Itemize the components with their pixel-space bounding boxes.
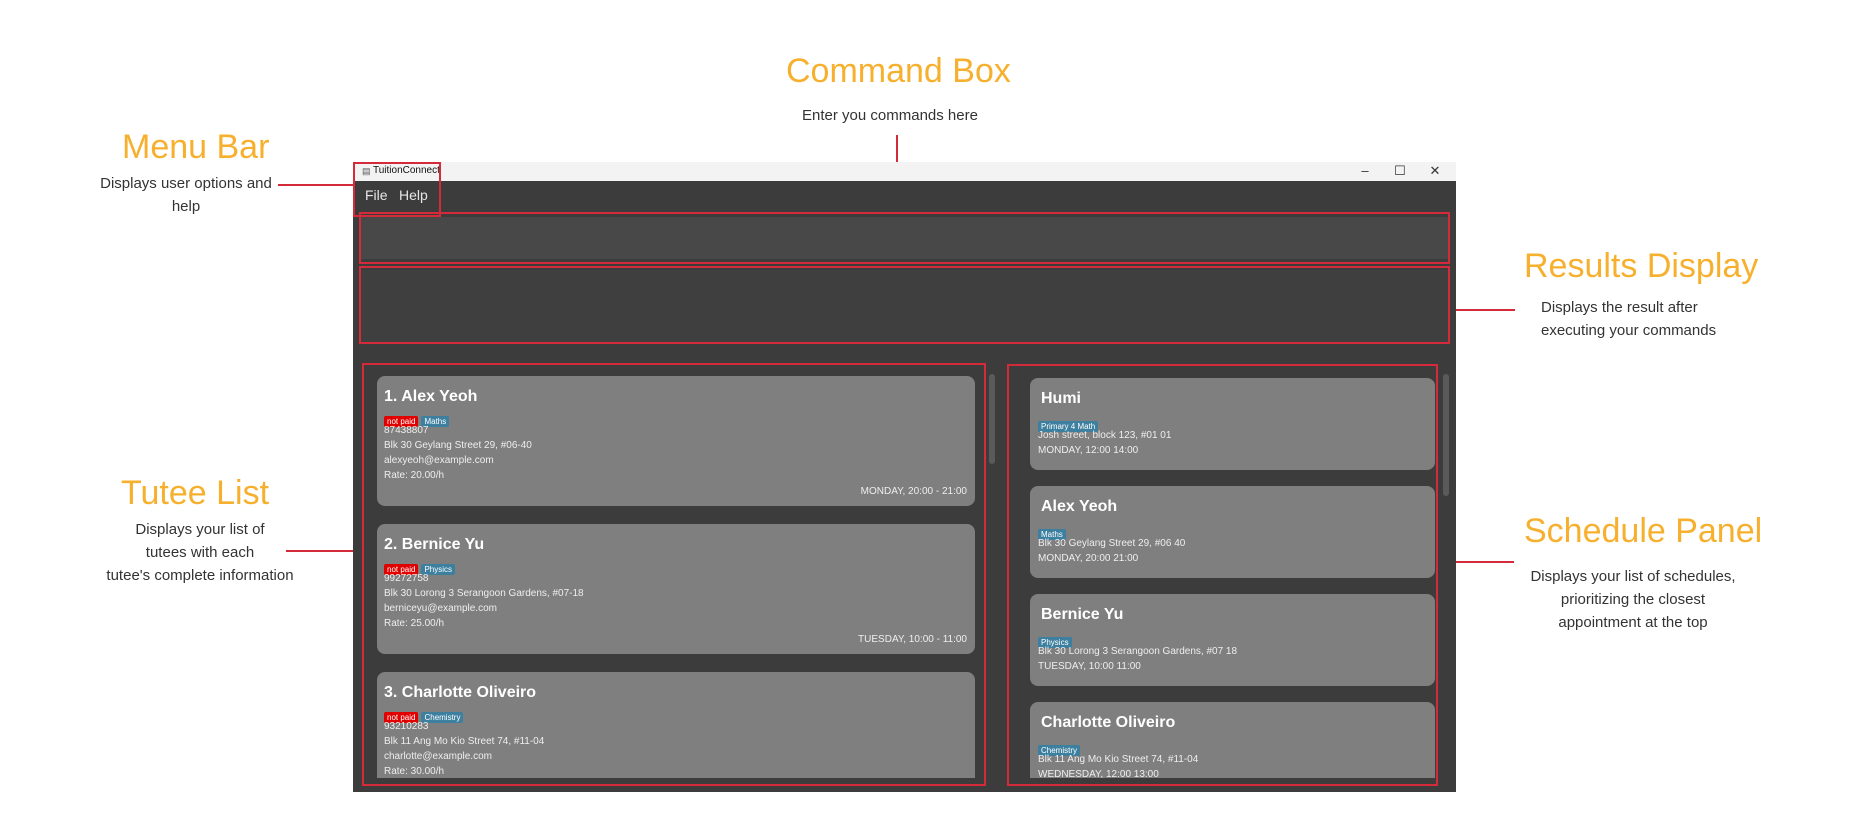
menu-bar: File Help: [353, 181, 1456, 211]
tutee-list-desc-line-3: tutee's complete information: [106, 567, 294, 584]
tutee-list-annotation-title: Tutee List: [121, 474, 270, 512]
title-bar: ▤ TuitionConnect – ☐ ✕: [353, 162, 1456, 181]
menu-bar-desc-line-1: Displays user options and: [100, 175, 272, 192]
menu-bar-annotation-desc: Displays user options and help: [86, 172, 286, 218]
menu-bar-desc-line-2: help: [171, 198, 201, 215]
close-icon[interactable]: ✕: [1425, 163, 1445, 179]
menu-bar-annotation-title: Menu Bar: [122, 128, 270, 166]
command-box-annotation-desc: Enter you commands here: [802, 107, 978, 124]
schedule-panel-highlight: [1007, 364, 1438, 786]
results-display-pointer: [1452, 309, 1515, 311]
results-display-desc-line-2: executing your commands: [1541, 322, 1717, 339]
minimize-icon[interactable]: –: [1355, 163, 1375, 178]
results-display-highlight: [359, 266, 1450, 344]
tutee-list-desc-line-2: tutees with each: [145, 544, 255, 561]
schedule-panel-desc-line-2: prioritizing the closest: [1560, 591, 1706, 608]
schedule-panel-scrollbar[interactable]: [1443, 374, 1449, 496]
menu-bar-pointer: [278, 184, 356, 186]
tutee-list-scrollbar[interactable]: [989, 374, 995, 464]
schedule-panel-annotation-desc: Displays your list of schedules, priorit…: [1528, 565, 1738, 634]
command-box-annotation-title: Command Box: [786, 52, 1011, 90]
menu-bar-highlight: [353, 162, 441, 217]
results-display-desc-line-1: Displays the result after: [1541, 299, 1698, 316]
app-window: ▤ TuitionConnect – ☐ ✕ File Help 1. Alex…: [353, 162, 1456, 792]
maximize-icon[interactable]: ☐: [1390, 163, 1410, 179]
results-display-annotation-title: Results Display: [1524, 247, 1759, 285]
schedule-panel-desc-line-1: Displays your list of schedules,: [1530, 568, 1736, 585]
tutee-list-annotation-desc: Displays your list of tutees with each t…: [90, 518, 310, 587]
results-display-annotation-desc: Displays the result after executing your…: [1530, 296, 1741, 342]
schedule-panel-desc-line-3: appointment at the top: [1558, 614, 1708, 631]
command-box-highlight: [359, 212, 1450, 264]
tutee-list-pointer: [286, 550, 362, 552]
tutee-list-desc-line-1: Displays your list of: [135, 521, 265, 538]
schedule-panel-annotation-title: Schedule Panel: [1524, 512, 1763, 550]
tutee-list-highlight: [362, 363, 986, 786]
